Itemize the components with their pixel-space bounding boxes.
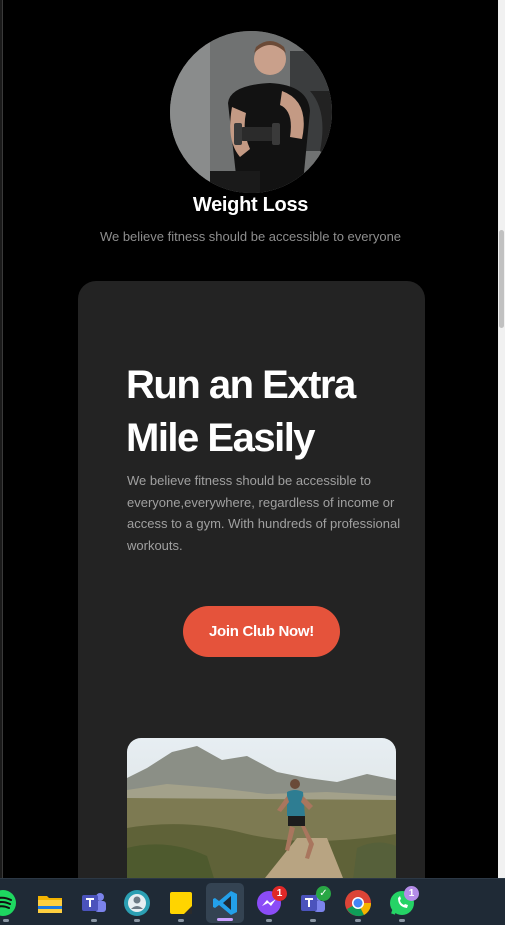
whatsapp-badge: 1 — [404, 886, 419, 901]
taskbar-running-indicator — [399, 919, 405, 922]
join-club-button[interactable]: Join Club Now! — [183, 606, 340, 657]
taskbar-running-indicator — [134, 919, 140, 922]
card-headline: Run an Extra Mile Easily — [126, 359, 416, 465]
runner-photo — [127, 738, 396, 878]
headline-line-2: Mile Easily — [126, 416, 316, 460]
windows-taskbar: 1 ✓ 1 — [0, 878, 505, 925]
messenger-badge: 1 — [272, 886, 287, 901]
taskbar-running-indicator — [178, 919, 184, 922]
teams-status-check-icon: ✓ — [316, 886, 331, 901]
card-description: We believe fitness should be accessible … — [127, 473, 401, 554]
vscode-icon[interactable] — [210, 888, 240, 918]
runner-image — [127, 738, 396, 878]
sticky-notes-icon[interactable] — [166, 888, 196, 918]
headline-line-1: Run an Extra — [126, 363, 356, 407]
taskbar-running-indicator — [91, 919, 97, 922]
teams-icon[interactable] — [79, 888, 109, 918]
spotify-icon[interactable] — [0, 888, 18, 918]
weight-loss-title: Weight Loss — [192, 194, 309, 216]
scrollbar-thumb[interactable] — [499, 230, 504, 328]
page-scrollbar[interactable] — [498, 0, 505, 878]
taskbar-running-indicator — [266, 919, 272, 922]
taskbar-running-indicator — [310, 919, 316, 922]
active-app-indicator — [217, 918, 233, 921]
file-explorer-icon[interactable] — [35, 888, 65, 918]
trainer-photo — [170, 31, 332, 193]
edge-profile-icon[interactable] — [122, 888, 152, 918]
trainer-avatar — [170, 31, 332, 193]
promo-card: Run an Extra Mile Easily We believe fitn… — [78, 281, 425, 878]
taskbar-running-indicator — [3, 919, 9, 922]
web-page: Weight Loss We believe fitness should be… — [3, 0, 498, 878]
weight-loss-subtitle: We believe fitness should be accessible … — [99, 229, 402, 244]
chrome-icon[interactable] — [343, 888, 373, 918]
taskbar-running-indicator — [355, 919, 361, 922]
